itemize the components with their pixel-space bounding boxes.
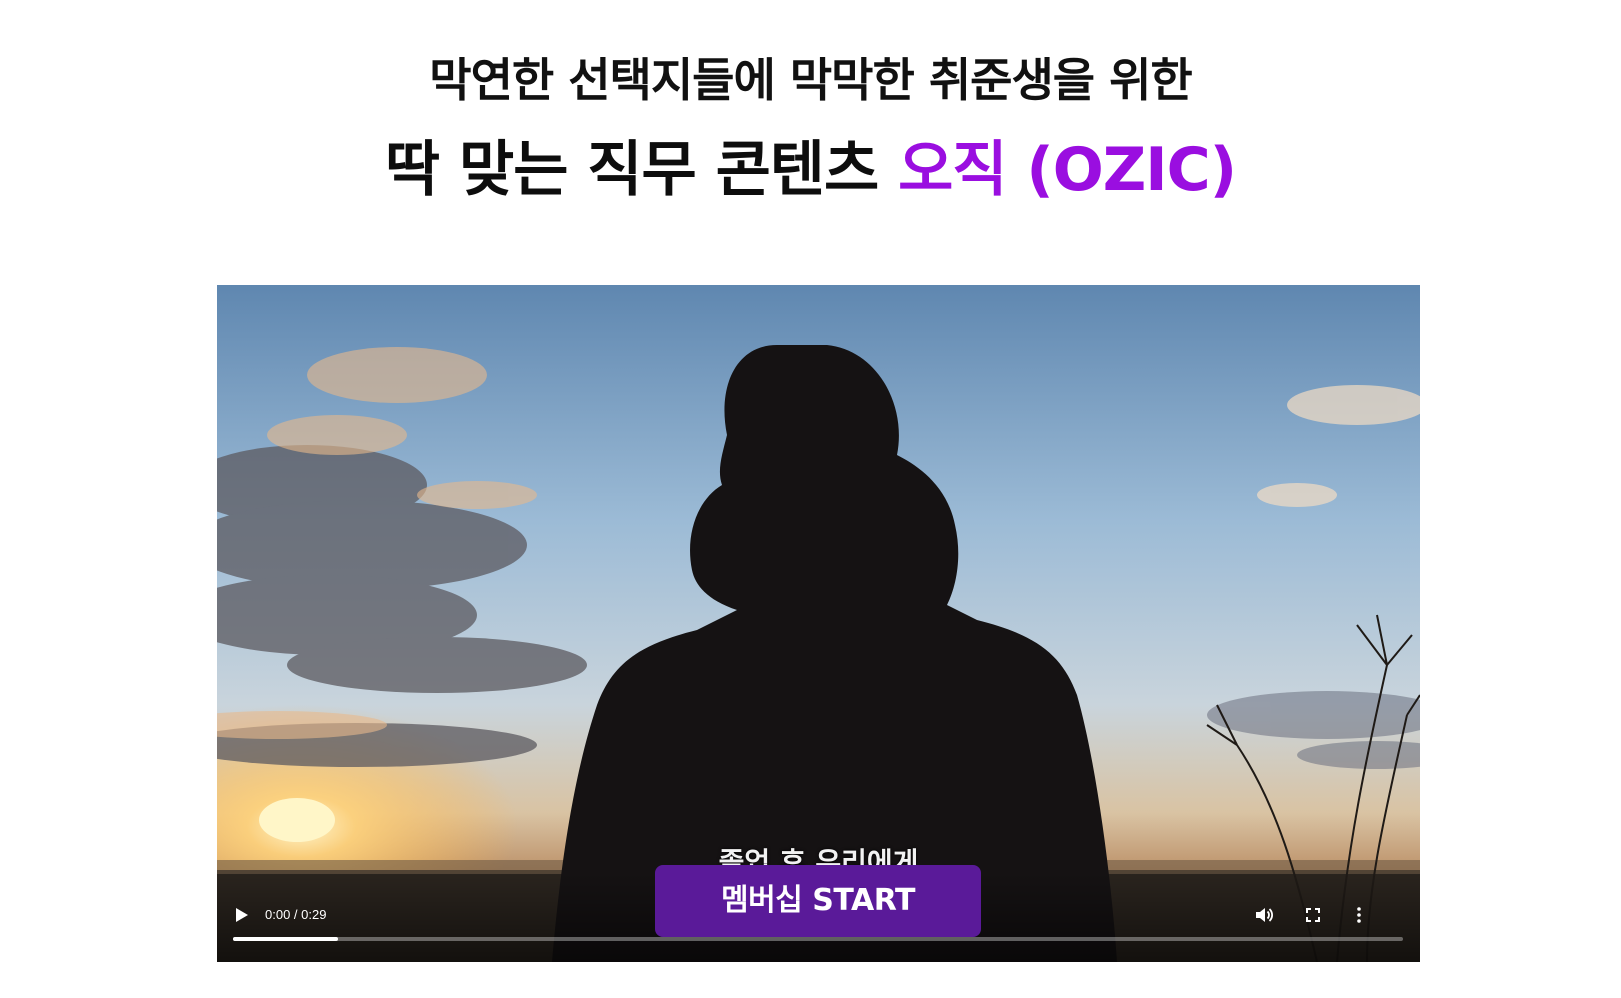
- play-icon[interactable]: [231, 905, 251, 925]
- video-time: 0:00 / 0:29: [265, 907, 327, 922]
- video-progress-fill: [233, 937, 339, 941]
- fullscreen-icon[interactable]: [1302, 904, 1324, 926]
- promo-video-player[interactable]: 졸업 후 우리에게 0:00 / 0:29: [217, 285, 1420, 962]
- headline-line-2: 딱 맞는 직무 콘텐츠 오직 (OZIC): [0, 130, 1621, 210]
- headline-line-2-prefix: 딱 맞는 직무 콘텐츠: [384, 135, 899, 205]
- headline-line-1: 막연한 선택지들에 막막한 취준생을 위한: [429, 53, 1193, 107]
- membership-start-button[interactable]: 멤버십 START: [655, 865, 981, 937]
- more-options-icon[interactable]: [1348, 904, 1370, 926]
- hero-section: 막연한 선택지들에 막막한 취준생을 위한 딱 맞는 직무 콘텐츠 오직 (OZ…: [0, 0, 1621, 998]
- brand-name: 오직 (OZIC): [898, 135, 1237, 205]
- volume-icon[interactable]: [1253, 904, 1275, 926]
- video-progress-bar[interactable]: [233, 937, 1403, 941]
